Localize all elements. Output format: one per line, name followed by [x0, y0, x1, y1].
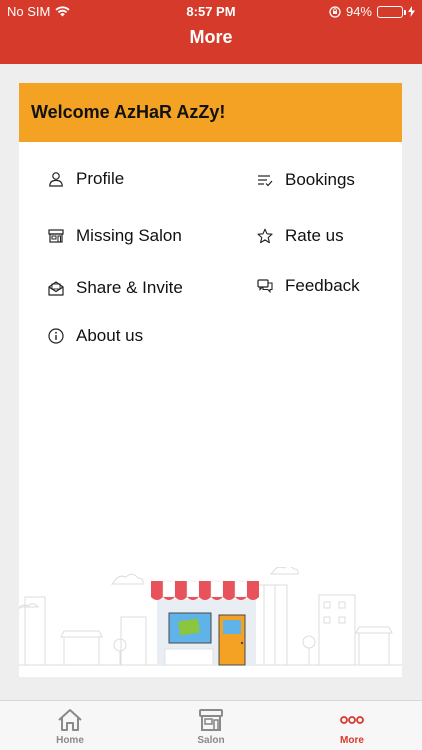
- store-icon: [199, 709, 223, 731]
- menu-item-share-invite[interactable]: Share & Invite: [48, 278, 183, 298]
- menu-label-missing-salon: Missing Salon: [76, 226, 182, 245]
- status-right: 94%: [329, 4, 415, 19]
- tab-home[interactable]: Home: [0, 701, 140, 750]
- menu-item-bookings[interactable]: Bookings: [257, 170, 355, 190]
- star-icon: [257, 228, 273, 244]
- tab-label-home: Home: [56, 735, 84, 746]
- envelope-open-icon: [48, 280, 64, 296]
- orientation-lock-icon: [329, 5, 341, 18]
- storefront-illustration: [19, 567, 402, 666]
- info-icon: [48, 328, 64, 344]
- status-bar: No SIM 8:57 PM 94%: [0, 3, 422, 21]
- app-header: No SIM 8:57 PM 94% More: [0, 0, 422, 64]
- menu-label-rate-us: Rate us: [285, 226, 344, 245]
- user-icon: [48, 171, 64, 187]
- battery-icon: [377, 5, 406, 18]
- checklist-icon: [257, 172, 273, 188]
- menu-item-missing-salon[interactable]: Missing Salon: [48, 226, 182, 246]
- tab-more[interactable]: More: [282, 701, 422, 750]
- chat-bubbles-icon: [257, 278, 273, 294]
- charging-icon: [408, 6, 415, 17]
- more-icon: [340, 716, 364, 724]
- menu-item-profile[interactable]: Profile: [48, 169, 124, 189]
- menu-label-bookings: Bookings: [285, 170, 355, 189]
- menu-item-rate-us[interactable]: Rate us: [257, 226, 344, 246]
- menu-label-share-invite: Share & Invite: [76, 278, 183, 297]
- battery-percent: 94%: [345, 4, 372, 19]
- bottom-tab-bar: Home Salon More: [0, 700, 422, 750]
- menu-card: Welcome AzHaR AzZy! Profile Bookings Mis…: [19, 83, 402, 677]
- welcome-banner: Welcome AzHaR AzZy!: [19, 83, 402, 142]
- home-icon: [58, 709, 82, 731]
- page-title: More: [189, 27, 233, 47]
- menu-label-feedback: Feedback: [285, 276, 360, 295]
- menu-label-about-us: About us: [76, 326, 144, 345]
- menu-label-profile: Profile: [76, 169, 125, 188]
- shop-icon: [48, 228, 64, 244]
- tab-label-more: More: [340, 735, 364, 746]
- menu-item-feedback[interactable]: Feedback: [257, 276, 360, 296]
- tab-label-salon: Salon: [197, 735, 225, 746]
- tab-salon[interactable]: Salon: [141, 701, 281, 750]
- menu-item-about-us[interactable]: About us: [48, 326, 143, 346]
